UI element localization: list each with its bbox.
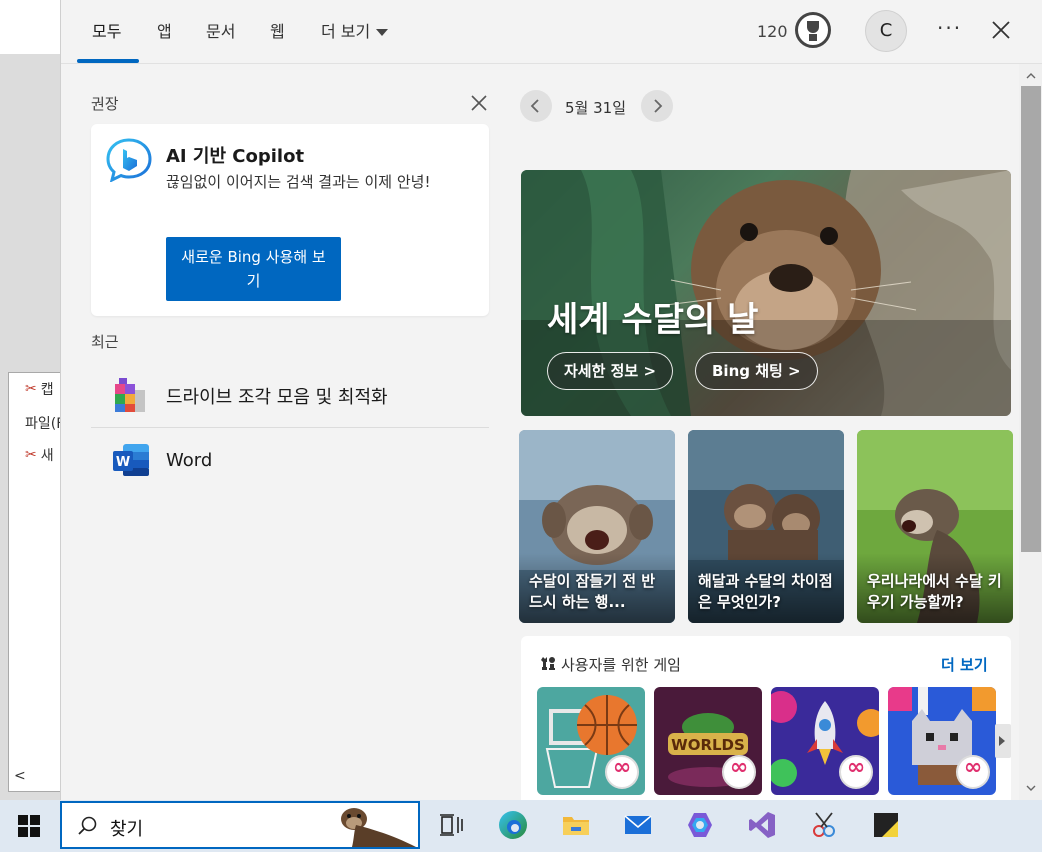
recent-item-label: Word — [166, 449, 213, 471]
trophy-icon[interactable] — [795, 12, 831, 48]
file-explorer-icon[interactable] — [560, 809, 592, 841]
scroll-down-arrow-icon[interactable] — [1025, 782, 1037, 794]
background-window[interactable]: ✂ 캡 파일(F ✂ 새 — [8, 372, 68, 792]
snipping-tool-icon: ✂ — [25, 381, 37, 397]
search-highlight-otter-image — [341, 808, 416, 847]
task-view-icon[interactable] — [436, 809, 468, 841]
rewards-points[interactable]: 120 — [757, 22, 788, 41]
edge-browser-icon[interactable] — [497, 809, 529, 841]
windows-start-icon[interactable] — [18, 815, 40, 837]
dismiss-recommendation-icon[interactable] — [469, 93, 489, 113]
games-scroll-right-button[interactable] — [995, 724, 1011, 758]
mail-icon[interactable] — [622, 809, 654, 841]
game-tile-cat[interactable] — [888, 687, 996, 795]
taskbar-search-box[interactable]: 찾기 — [60, 801, 420, 849]
try-new-bing-button[interactable]: 새로운 Bing 사용해 보기 — [166, 237, 341, 301]
background-window-top — [0, 0, 60, 54]
hero-card[interactable]: 세계 수달의 날 자세한 정보 > Bing 채팅 > — [521, 170, 1011, 416]
hero-bing-chat-button[interactable]: Bing 채팅 > — [695, 352, 818, 390]
game-badge-icon — [839, 755, 873, 789]
divider — [91, 427, 489, 428]
games-more-link[interactable]: 더 보기 — [941, 654, 988, 675]
copilot-promo-card: AI 기반 Copilot 끊임없이 이어지는 검색 결과는 이제 안녕! 새로… — [91, 124, 489, 316]
search-input[interactable]: 찾기 — [110, 815, 143, 841]
feed-date: 5월 31일 — [565, 99, 626, 117]
game-badge-icon — [605, 755, 639, 789]
news-tile[interactable]: 수달이 잠들기 전 반드시 하는 행... — [519, 430, 675, 623]
game-badge-icon — [722, 755, 756, 789]
snipping-tool-icon: ✂ — [25, 447, 37, 463]
tab-all[interactable]: 모두 — [92, 20, 121, 44]
search-panel-header: 모두 앱 문서 웹 더 보기 120 C ··· — [61, 0, 1042, 64]
background-scroll-left[interactable]: < — [14, 768, 26, 784]
game-badge-icon — [956, 755, 990, 789]
word-icon: W — [113, 444, 149, 476]
hero-title: 세계 수달의 날 — [547, 300, 759, 340]
recent-item-label: 드라이브 조각 모음 및 최적화 — [166, 387, 388, 408]
game-tile-basketball[interactable] — [537, 687, 645, 795]
tile-caption: 해달과 수달의 차이점은 무엇인가? — [698, 572, 833, 611]
background-window-menu[interactable]: 파일(F — [25, 413, 64, 433]
game-tile-worlds[interactable]: WORLDS — [654, 687, 762, 795]
close-icon[interactable] — [989, 18, 1013, 42]
background-window-title: ✂ 캡 — [25, 381, 54, 398]
copilot-card-text: 끊임없이 이어지는 검색 결과는 이제 안녕! — [166, 173, 431, 191]
search-icon — [78, 816, 97, 835]
avatar[interactable]: C — [865, 10, 907, 52]
games-section: 사용자를 위한 게임 더 보기 WORLDS — [521, 636, 1011, 800]
sticky-notes-icon[interactable] — [870, 809, 902, 841]
background-window-new-button[interactable]: ✂ 새 — [25, 445, 54, 465]
scrollbar-thumb[interactable] — [1021, 86, 1041, 552]
recent-heading: 최근 — [91, 333, 119, 351]
copilot-icon[interactable] — [684, 809, 716, 841]
recommended-heading: 권장 — [91, 95, 119, 113]
panel-scrollbar[interactable] — [1019, 64, 1042, 800]
next-day-button[interactable] — [641, 90, 673, 122]
visual-studio-icon[interactable] — [746, 809, 778, 841]
tab-apps[interactable]: 앱 — [157, 20, 172, 44]
taskbar: 찾기 — [0, 800, 1042, 852]
chevron-down-icon — [376, 29, 389, 36]
active-tab-indicator — [77, 59, 139, 63]
game-tile-rocket[interactable] — [771, 687, 879, 795]
chevron-left-icon — [530, 99, 539, 113]
news-tile[interactable]: 우리나라에서 수달 키우기 가능할까? — [857, 430, 1013, 623]
hero-more-info-button[interactable]: 자세한 정보 > — [547, 352, 674, 390]
tile-caption: 우리나라에서 수달 키우기 가능할까? — [867, 572, 1002, 611]
defrag-icon — [115, 378, 145, 412]
worlds-game-label: WORLDS — [671, 736, 745, 754]
tab-more-label: 더 보기 — [321, 22, 371, 41]
tab-web[interactable]: 웹 — [270, 20, 285, 44]
search-panel: 모두 앱 문서 웹 더 보기 120 C ··· 권장 AI 기반 Copilo… — [60, 0, 1042, 800]
previous-day-button[interactable] — [520, 90, 552, 122]
news-tile[interactable]: 해달과 수달의 차이점은 무엇인가? — [688, 430, 844, 623]
tile-caption: 수달이 잠들기 전 반드시 하는 행... — [529, 572, 656, 611]
recent-item-word[interactable]: W Word — [91, 430, 489, 490]
chess-pieces-icon — [541, 657, 555, 670]
recent-item-defrag[interactable]: 드라이브 조각 모음 및 최적화 — [91, 366, 489, 426]
games-heading: 사용자를 위한 게임 — [561, 656, 681, 674]
snipping-tool-icon[interactable] — [808, 809, 840, 841]
svg-text:W: W — [116, 455, 130, 470]
scroll-up-arrow-icon[interactable] — [1025, 70, 1037, 82]
copilot-card-title: AI 기반 Copilot — [166, 146, 305, 167]
bing-chat-icon — [106, 138, 152, 182]
tab-more[interactable]: 더 보기 — [321, 20, 389, 44]
more-options-button[interactable]: ··· — [937, 16, 962, 40]
chevron-right-icon — [654, 99, 663, 113]
tab-documents[interactable]: 문서 — [206, 20, 235, 44]
